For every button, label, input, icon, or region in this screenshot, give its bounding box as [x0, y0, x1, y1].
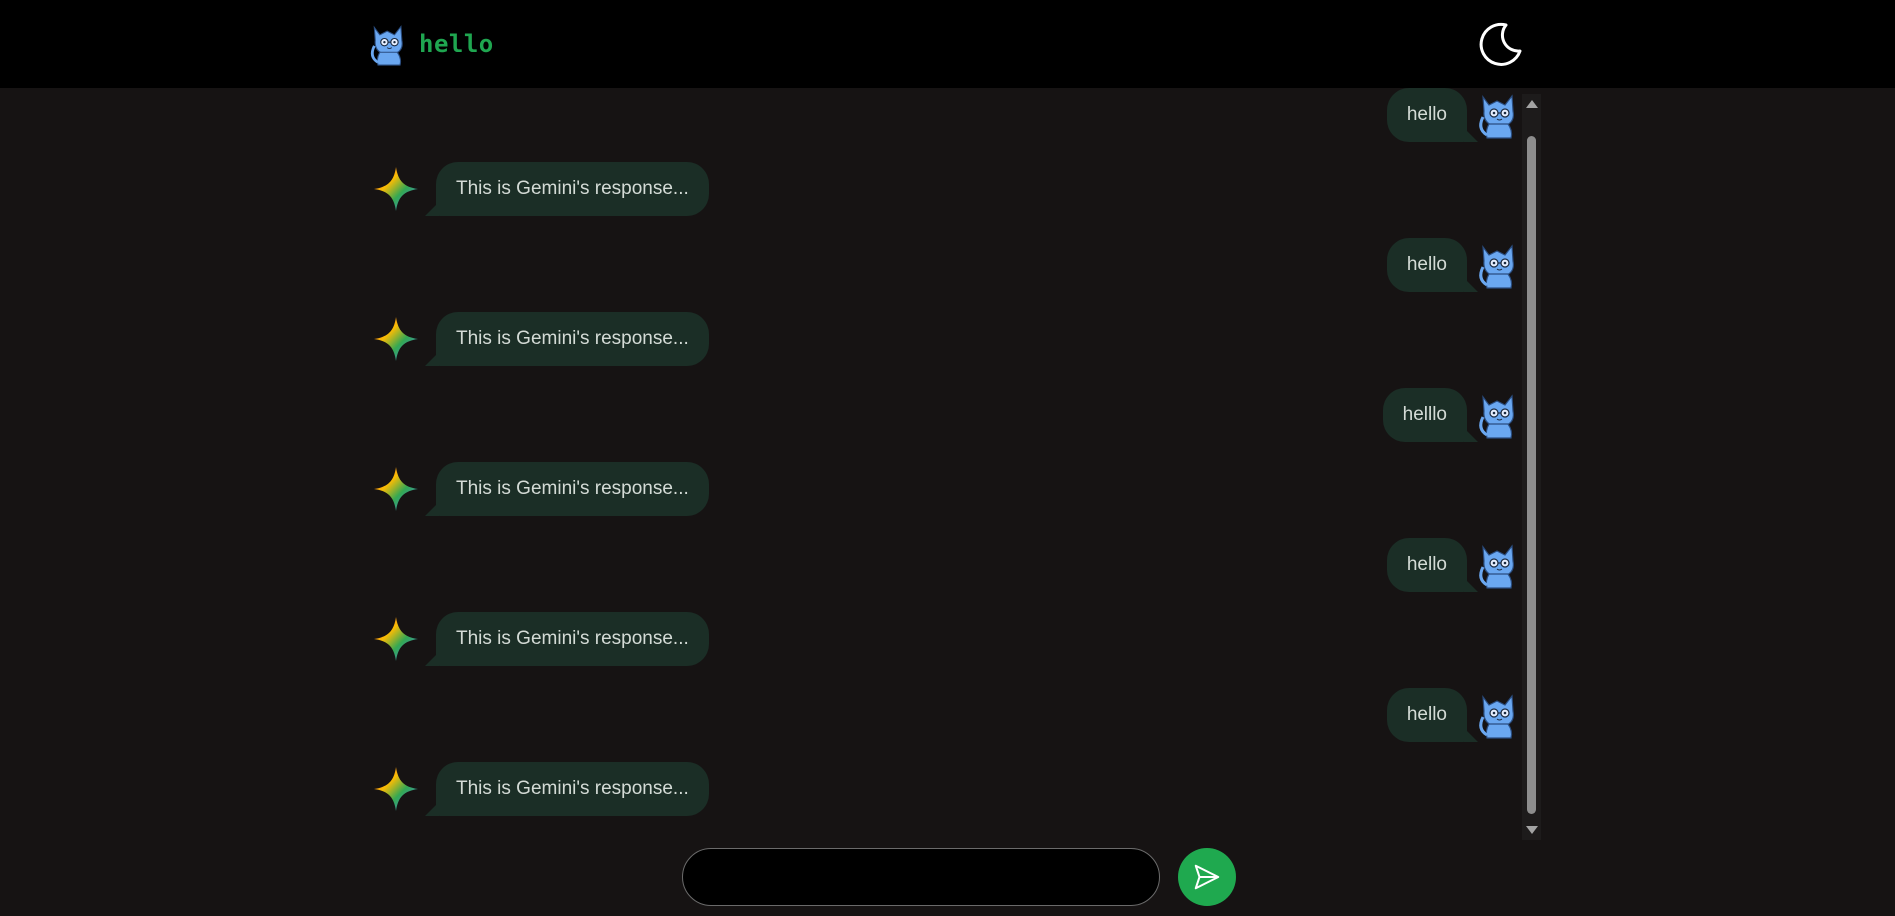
assistant-message: This is Gemini's response... [372, 762, 709, 816]
assistant-message-bubble: This is Gemini's response... [425, 312, 709, 366]
moon-icon [1479, 22, 1522, 66]
message-input[interactable] [682, 848, 1160, 906]
assistant-message: This is Gemini's response... [372, 162, 709, 216]
app-header: hello [0, 0, 1895, 88]
user-avatar-icon [1475, 539, 1523, 591]
scroll-down-arrow-icon[interactable] [1526, 826, 1538, 834]
theme-toggle-button[interactable] [1478, 21, 1524, 67]
assistant-message: This is Gemini's response... [372, 312, 709, 366]
send-icon [1194, 864, 1220, 890]
user-message: helllo [1382, 388, 1523, 442]
user-message-bubble: hello [1386, 538, 1479, 592]
user-avatar-icon [1475, 389, 1523, 441]
cat-avatar-icon [367, 20, 411, 68]
user-message-bubble: hello [1386, 238, 1479, 292]
app-title: hello [419, 30, 494, 58]
user-message: hello [1386, 88, 1523, 142]
chat-scrollbar[interactable] [1522, 94, 1541, 840]
assistant-message-bubble: This is Gemini's response... [425, 762, 709, 816]
user-message: hello [1386, 538, 1523, 592]
user-message: hello [1386, 238, 1523, 292]
user-message-bubble: hello [1386, 88, 1479, 142]
chat-messages[interactable]: hello This is Gemini's response... hello… [360, 88, 1523, 840]
assistant-message: This is Gemini's response... [372, 462, 709, 516]
gemini-icon [372, 615, 420, 663]
assistant-message-bubble: This is Gemini's response... [425, 162, 709, 216]
app-logo: hello [367, 20, 494, 68]
gemini-icon [372, 465, 420, 513]
assistant-message-bubble: This is Gemini's response... [425, 462, 709, 516]
user-message: hello [1386, 688, 1523, 742]
user-avatar-icon [1475, 689, 1523, 741]
assistant-message: This is Gemini's response... [372, 612, 709, 666]
user-message-bubble: hello [1386, 688, 1479, 742]
gemini-icon [372, 765, 420, 813]
gemini-icon [372, 315, 420, 363]
assistant-message-bubble: This is Gemini's response... [425, 612, 709, 666]
user-avatar-icon [1475, 89, 1523, 141]
user-avatar-icon [1475, 239, 1523, 291]
user-message-bubble: helllo [1382, 388, 1479, 442]
scroll-thumb[interactable] [1527, 136, 1536, 814]
send-button[interactable] [1178, 848, 1236, 906]
gemini-icon [372, 165, 420, 213]
scroll-up-arrow-icon[interactable] [1526, 100, 1538, 108]
